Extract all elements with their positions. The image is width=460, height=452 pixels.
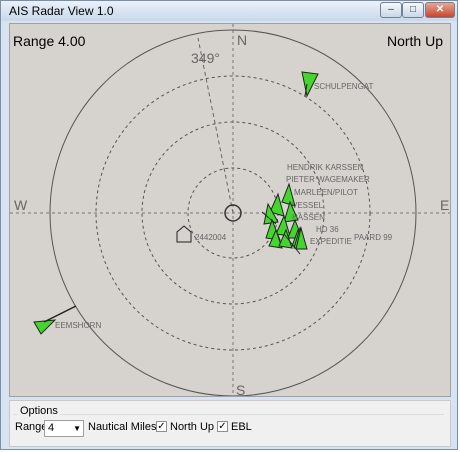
close-button[interactable]: ✕	[425, 2, 455, 18]
bearing-readout: 349°	[191, 50, 220, 66]
ebl-label[interactable]: EBL	[231, 421, 252, 433]
compass-north: N	[237, 32, 247, 48]
window-title: AIS Radar View 1.0	[9, 4, 114, 18]
compass-east: E	[440, 197, 449, 213]
radar-canvas: Range 4.00 North Up 349° N S E W SCHULPE…	[10, 24, 450, 397]
target-label: MARLEEN/PILOT	[294, 188, 358, 197]
minimize-button[interactable]: –	[380, 2, 402, 18]
options-panel: Options Range 4 ▼ Nautical Miles ✓ North…	[9, 400, 451, 447]
heading-vector	[43, 305, 77, 323]
target-label: SCHULPENGAT	[314, 82, 374, 91]
base-station-icon[interactable]	[176, 225, 192, 243]
range-readout: Range 4.00	[13, 33, 86, 49]
target-label: EXPEDITIE	[310, 237, 352, 246]
options-legend: Options	[18, 405, 60, 417]
options-divider	[14, 414, 444, 415]
target-label: PAARD 99	[354, 233, 393, 242]
north-up-label[interactable]: North Up	[170, 421, 214, 433]
range-select[interactable]: 4 ▼	[44, 420, 84, 437]
unit-label: Nautical Miles	[88, 421, 157, 433]
target-label: VESSEL	[292, 201, 324, 210]
compass-south: S	[236, 382, 245, 397]
maximize-button[interactable]: □	[402, 2, 424, 18]
title-bar[interactable]: AIS Radar View 1.0 – □ ✕	[1, 1, 457, 21]
target-label: HD 36	[316, 225, 339, 234]
range-label: Range	[15, 421, 48, 433]
chevron-down-icon[interactable]: ▼	[73, 421, 81, 436]
orientation-readout: North Up	[387, 33, 443, 49]
target-label: HASSEN	[292, 213, 325, 222]
target-label: 2442004	[195, 233, 227, 242]
radar-display[interactable]: Range 4.00 North Up 349° N S E W SCHULPE…	[9, 23, 451, 397]
target-label: HENDRIK KARSSEN	[287, 163, 364, 172]
target-label: PIETER WAGEMAKER	[286, 175, 370, 184]
compass-west: W	[14, 197, 28, 213]
app-window: AIS Radar View 1.0 – □ ✕ Range 4.00 Nort…	[0, 0, 458, 450]
north-up-checkbox[interactable]: ✓	[156, 421, 167, 432]
range-select-value: 4	[48, 422, 55, 434]
ebl-checkbox[interactable]: ✓	[217, 421, 228, 432]
target-label: EEMSHORN	[55, 321, 101, 330]
